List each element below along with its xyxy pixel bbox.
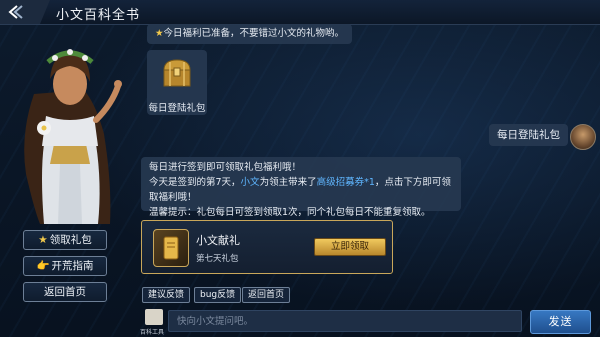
- star-icon: ★: [155, 28, 164, 39]
- character-portrait: [24, 49, 122, 224]
- user-message: 每日登陆礼包: [489, 124, 568, 146]
- welcome-message: ★今日福利已准备，不要错过小文的礼物哟。: [147, 24, 353, 44]
- reply-line-3: 温馨提示：礼包每日可签到领取1次，同个礼包每日不能重复领取。: [149, 207, 431, 218]
- encyclopedia-tools-button[interactable]: 百科工具: [140, 309, 166, 336]
- tools-label: 百科工具: [140, 329, 165, 336]
- app-title: 小文百科全书: [56, 8, 141, 23]
- claim-gift-button[interactable]: ★ 领取礼包: [23, 230, 107, 250]
- reward-subtitle: 第七天礼包: [196, 254, 239, 264]
- return-home-link[interactable]: 返回首页: [242, 287, 291, 303]
- question-input[interactable]: [168, 310, 522, 332]
- suggestion-feedback-button[interactable]: 建议反馈: [142, 287, 191, 303]
- daily-gift-card[interactable]: 每日登陆礼包: [147, 50, 207, 115]
- back-arrow-icon: [8, 5, 23, 19]
- pointing-hand-icon: 👉: [36, 260, 50, 272]
- reward-item-link[interactable]: 高级招募券*1: [317, 177, 375, 188]
- return-home-button[interactable]: 返回首页: [23, 282, 107, 302]
- user-avatar: [570, 124, 596, 150]
- side-button-label: 返回首页: [44, 286, 86, 298]
- app-header: 小文百科全书: [0, 0, 600, 25]
- assistant-reply: 每日进行签到即可领取礼包福利哦！ 今天是签到的第7天，小文为领主带来了高级招募券…: [141, 157, 461, 218]
- reward-icon-frame: [153, 229, 189, 267]
- toolbox-icon: [145, 309, 163, 325]
- send-button[interactable]: 发送: [530, 310, 591, 334]
- treasure-chest-icon: [163, 59, 191, 87]
- claim-now-button[interactable]: 立即领取: [314, 238, 386, 256]
- reward-card: 小文献礼 第七天礼包 立即领取: [141, 220, 393, 274]
- assistant-name: 小文: [240, 177, 260, 188]
- starter-guide-button[interactable]: 👉 开荒指南: [23, 256, 107, 276]
- star-icon: ★: [38, 234, 48, 246]
- back-button[interactable]: [0, 0, 50, 24]
- reward-title: 小文献礼: [196, 234, 240, 247]
- reply-line-1: 每日进行签到即可领取礼包福利哦！: [149, 162, 302, 173]
- bug-feedback-button[interactable]: bug反馈: [194, 287, 242, 303]
- ticket-icon: [163, 236, 179, 260]
- side-button-label: 领取礼包: [49, 234, 92, 246]
- gift-label: 每日登陆礼包: [148, 103, 206, 114]
- reply-line-2: 今天是签到的第7天，小文为领主带来了高级招募券*1，点击下方即可领取福利哦！: [149, 177, 451, 203]
- welcome-text: 今日福利已准备，不要错过小文的礼物哟。: [163, 28, 345, 39]
- side-button-label: 开荒指南: [51, 260, 94, 272]
